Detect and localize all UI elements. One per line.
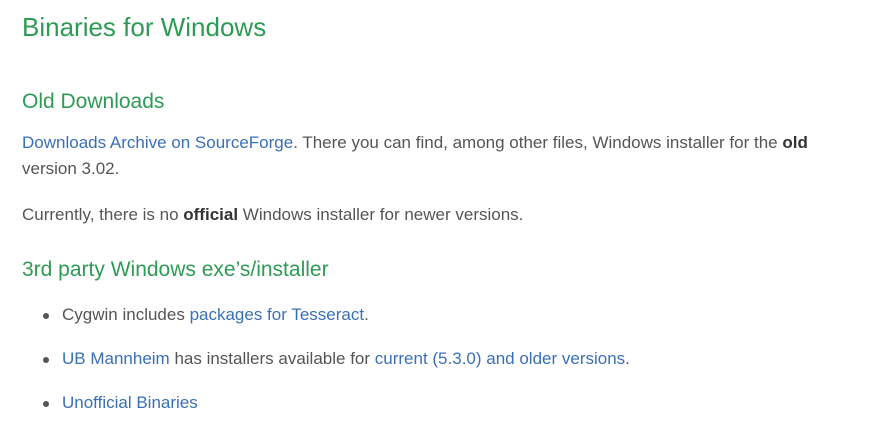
unofficial-binaries-link[interactable]: Unofficial Binaries bbox=[62, 393, 198, 412]
third-party-heading: 3rd party Windows exe’s/installer bbox=[22, 258, 329, 281]
paragraph-text: version 3.02. bbox=[22, 159, 120, 178]
third-party-list: Cygwin includes packages for Tesseract. … bbox=[22, 302, 867, 416]
old-downloads-heading: Old Downloads bbox=[22, 90, 165, 113]
bullet-icon bbox=[43, 357, 49, 363]
paragraph-text: Windows installer for newer versions. bbox=[238, 205, 524, 224]
list-item-text: . bbox=[625, 349, 630, 368]
no-official-installer-paragraph: Currently, there is no official Windows … bbox=[22, 202, 867, 228]
tesseract-packages-link[interactable]: packages for Tesseract bbox=[190, 305, 365, 324]
list-item-text: has installers available for bbox=[169, 349, 375, 368]
ub-mannheim-link[interactable]: UB Mannheim bbox=[62, 349, 170, 368]
list-item-ub-mannheim: UB Mannheim has installers available for… bbox=[22, 346, 867, 372]
page-content: Binaries for Windows Old Downloads Downl… bbox=[0, 0, 889, 416]
bullet-icon bbox=[43, 401, 49, 407]
bold-official: official bbox=[183, 205, 239, 224]
old-downloads-paragraph: Downloads Archive on SourceForge. There … bbox=[22, 130, 867, 182]
page-title: Binaries for Windows bbox=[22, 12, 267, 42]
list-item-text: . bbox=[364, 305, 369, 324]
paragraph-text: . There you can find, among other files,… bbox=[293, 133, 783, 152]
current-versions-link[interactable]: current (5.3.0) and older versions bbox=[375, 349, 625, 368]
bullet-icon bbox=[43, 313, 49, 319]
list-item-unofficial: Unofficial Binaries bbox=[22, 390, 867, 416]
bold-old: old bbox=[782, 133, 808, 152]
paragraph-text: Currently, there is no bbox=[22, 205, 184, 224]
sourceforge-archive-link[interactable]: Downloads Archive on SourceForge bbox=[22, 133, 293, 152]
list-item-text: Cygwin includes bbox=[62, 305, 190, 324]
list-item-cygwin: Cygwin includes packages for Tesseract. bbox=[22, 302, 867, 328]
